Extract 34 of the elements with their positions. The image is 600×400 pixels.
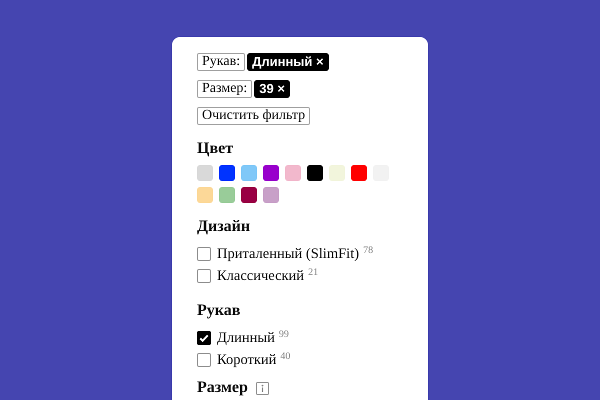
filter-chip[interactable]: Длинный × xyxy=(247,53,329,71)
info-icon[interactable] xyxy=(256,382,269,394)
option-count: 99 xyxy=(278,329,289,340)
color-swatch[interactable] xyxy=(351,165,367,181)
color-swatch[interactable] xyxy=(241,187,257,203)
color-swatch[interactable] xyxy=(197,165,213,181)
color-swatch[interactable] xyxy=(241,165,257,181)
checkbox[interactable] xyxy=(197,269,211,283)
section-title: Размер xyxy=(197,379,248,397)
option-label[interactable]: Классический xyxy=(217,268,304,284)
option-count: 40 xyxy=(280,351,290,362)
color-swatch[interactable] xyxy=(307,165,323,181)
checkbox[interactable] xyxy=(197,247,211,261)
option-label[interactable]: Приталенный (SlimFit) xyxy=(217,246,360,262)
section-title: Дизайн xyxy=(197,217,252,237)
option-count: 21 xyxy=(308,267,318,278)
color-swatch[interactable] xyxy=(197,187,213,203)
section-title: Цвет xyxy=(197,139,234,159)
filter-chip[interactable]: 39 × xyxy=(254,80,290,98)
option-count: 78 xyxy=(363,245,374,256)
color-swatch[interactable] xyxy=(219,165,235,181)
option-label[interactable]: Длинный xyxy=(217,330,275,346)
color-swatch[interactable] xyxy=(263,187,279,203)
color-swatch[interactable] xyxy=(285,165,301,181)
option-label[interactable]: Короткий xyxy=(217,352,276,368)
filter-label: Рукав: xyxy=(197,53,246,71)
clear-filter-button[interactable]: Очистить фильтр xyxy=(197,107,310,125)
section-title: Рукав xyxy=(197,301,242,321)
color-swatch[interactable] xyxy=(263,165,279,181)
color-swatch[interactable] xyxy=(219,187,235,203)
color-swatch[interactable] xyxy=(329,165,345,181)
filter-label: Размер: xyxy=(197,80,252,98)
checkbox[interactable] xyxy=(197,331,211,345)
checkbox[interactable] xyxy=(197,353,211,367)
